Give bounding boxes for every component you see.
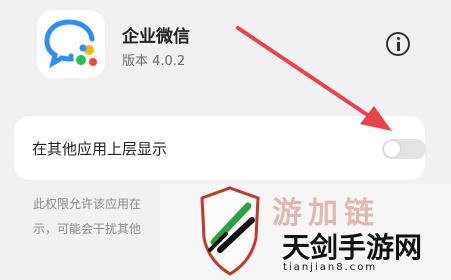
watermark-brand: 天剑手游网: [282, 231, 423, 264]
setting-label: 在其他应用上层显示: [32, 140, 168, 158]
app-version: 版本 4.0.2: [122, 54, 186, 69]
wecom-logo-icon: [37, 10, 105, 78]
permission-description: 此权限允许该应用在 示，可能会干扰其他: [33, 192, 141, 242]
toggle-knob: [384, 141, 400, 157]
watermark-url: tianjian8.com: [283, 262, 378, 273]
overlay-permission-toggle[interactable]: [382, 139, 426, 159]
app-header: 企业微信 版本 4.0.2: [0, 0, 451, 100]
setting-card-overlay[interactable]: 在其他应用上层显示: [14, 116, 426, 180]
description-line: 此权限允许该应用在: [33, 197, 142, 211]
description-line: 示，可能会干扰其他: [33, 222, 142, 236]
sword-shield-logo-icon: [200, 186, 260, 276]
info-icon[interactable]: [386, 32, 410, 56]
app-name: 企业微信: [122, 27, 190, 47]
